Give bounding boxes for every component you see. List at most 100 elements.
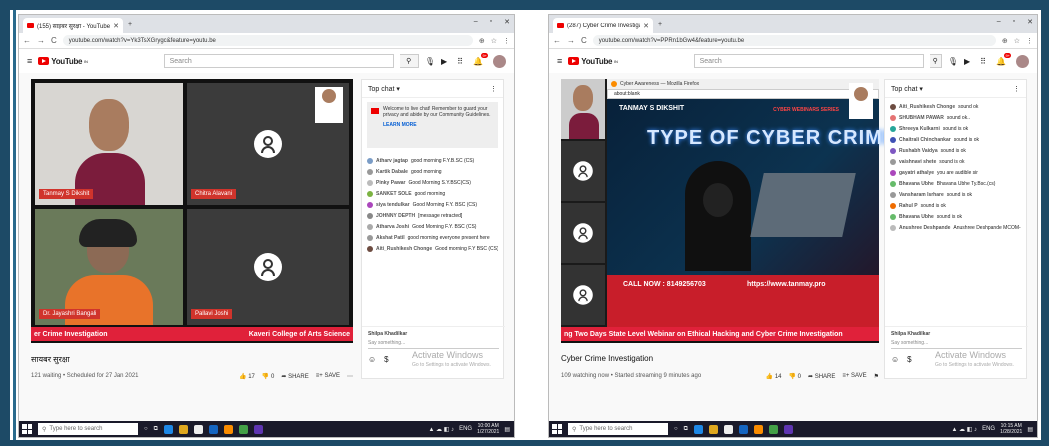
apps-icon[interactable]: ⠿ (980, 57, 986, 66)
browser-tab[interactable]: (287) Cyber Crime Investigat ✕ (553, 18, 653, 33)
url-field[interactable]: youtube.com/watch?v=Yk3TsXGrygc&feature=… (62, 35, 473, 46)
edge-icon[interactable] (163, 424, 173, 434)
minimize-icon[interactable]: – (474, 18, 478, 26)
taskbar-search[interactable]: ⚲ Type here to search (38, 423, 138, 435)
more-icon[interactable]: ⋯ (347, 373, 353, 380)
share-button[interactable]: ➦ SHARE (808, 373, 835, 380)
clock[interactable]: 10:00 AM 1/27/2021 (477, 423, 499, 435)
save-button[interactable]: ≡+ SAVE (316, 373, 340, 380)
extension-icon[interactable]: ⊕ (479, 37, 485, 45)
store-icon[interactable] (723, 424, 733, 434)
menu-icon[interactable]: ⋮ (1026, 37, 1033, 45)
chat-author: Shreeya Kulkarni (899, 125, 940, 132)
taskbar-search[interactable]: ⚲ Type here to search (568, 423, 668, 435)
emoji-icon[interactable]: ☺ (368, 355, 376, 364)
close-icon[interactable]: ✕ (113, 22, 119, 30)
firefox-icon[interactable] (753, 424, 763, 434)
search-input[interactable]: Search (693, 54, 924, 68)
microphone-icon[interactable]: 🎙 (948, 57, 958, 66)
close-icon[interactable]: ✕ (643, 22, 649, 30)
new-tab-icon[interactable]: + (128, 21, 132, 28)
task-view-icon[interactable]: ⧉ (684, 426, 688, 433)
search-input[interactable]: Search (163, 54, 394, 68)
dislike-button[interactable]: 👎 0 (789, 373, 801, 380)
app-icon[interactable] (253, 424, 263, 434)
firefox-icon[interactable] (223, 424, 233, 434)
chat-menu-icon[interactable]: ⋮ (490, 85, 497, 93)
chat-message: vaishnavi shete sound is ok (890, 156, 1021, 167)
maximize-icon[interactable]: ▫ (1013, 18, 1015, 26)
save-button[interactable]: ≡+ SAVE (842, 373, 866, 380)
hamburger-icon[interactable]: ≡ (557, 56, 562, 66)
notification-center-icon[interactable]: ▤ (1027, 426, 1033, 433)
reload-icon[interactable]: C (51, 36, 57, 45)
video-player[interactable]: Cyber Awareness — Mozilla Firefox about:… (561, 79, 896, 343)
close-window-icon[interactable]: ✕ (504, 18, 510, 26)
back-icon[interactable]: ← (553, 36, 561, 45)
file-explorer-icon[interactable] (178, 424, 188, 434)
dislike-button[interactable]: 👎 0 (262, 373, 274, 380)
apps-icon[interactable]: ⠿ (457, 57, 463, 66)
app-icon[interactable] (783, 424, 793, 434)
share-button[interactable]: ➦ SHARE (281, 373, 308, 380)
close-window-icon[interactable]: ✕ (1027, 18, 1033, 26)
hamburger-icon[interactable]: ≡ (27, 56, 32, 66)
tray-icons[interactable]: ▲ ☁ ◧ ♪ (428, 426, 454, 433)
forward-icon[interactable]: → (567, 36, 575, 45)
like-button[interactable]: 👍 14 (766, 373, 782, 380)
emoji-icon[interactable]: ☺ (891, 355, 899, 364)
star-icon[interactable]: ☆ (491, 37, 497, 45)
task-view-icon[interactable]: ⧉ (154, 426, 158, 433)
language-indicator[interactable]: ENG (982, 426, 995, 432)
notifications-icon[interactable]: 🔔 9+ (473, 52, 488, 66)
extension-icon[interactable]: ⊕ (1002, 37, 1008, 45)
youtube-logo[interactable]: YouTube IN (568, 57, 618, 66)
menu-icon[interactable]: ⋮ (503, 37, 510, 45)
chrome-icon[interactable] (238, 424, 248, 434)
browser-tab[interactable]: (155) साइबर सुरक्षा - YouTube ✕ (23, 18, 123, 33)
notifications-icon[interactable]: 🔔 9+ (996, 52, 1011, 66)
chrome-icon[interactable] (768, 424, 778, 434)
maximize-icon[interactable]: ▫ (490, 18, 492, 26)
super-chat-icon[interactable]: $ (907, 355, 911, 364)
cortana-icon[interactable]: ○ (144, 426, 148, 432)
mail-icon[interactable] (738, 424, 748, 434)
firefox-url[interactable]: about:blank (607, 89, 879, 99)
like-button[interactable]: 👍 17 (239, 373, 255, 380)
notification-center-icon[interactable]: ▤ (504, 426, 510, 433)
create-icon[interactable]: ▶ (441, 57, 447, 66)
forward-icon[interactable]: → (37, 36, 45, 45)
windows-start-icon[interactable] (22, 424, 32, 434)
cortana-icon[interactable]: ○ (674, 426, 678, 432)
clock[interactable]: 10:15 AM 1/28/2021 (1000, 423, 1022, 435)
mail-icon[interactable] (208, 424, 218, 434)
file-explorer-icon[interactable] (708, 424, 718, 434)
avatar[interactable] (493, 54, 506, 68)
learn-more-link[interactable]: LEARN MORE (383, 122, 494, 128)
reload-icon[interactable]: C (581, 36, 587, 45)
super-chat-icon[interactable]: $ (384, 355, 388, 364)
chat-input[interactable]: Say something... (368, 340, 499, 349)
chat-menu-icon[interactable]: ⋮ (1013, 85, 1020, 93)
microphone-icon[interactable]: 🎙 (425, 57, 435, 66)
video-player[interactable]: Tanmay S Dikshit Chitra Alavani Dr. Jaya… (31, 79, 353, 343)
minimize-icon[interactable]: – (997, 18, 1001, 26)
search-icon[interactable]: ⚲ (929, 54, 942, 68)
chat-filter-dropdown[interactable]: Top chat ▾ (891, 85, 923, 93)
search-icon[interactable]: ⚲ (399, 54, 419, 68)
flag-icon[interactable]: ⚑ (874, 373, 879, 380)
avatar[interactable] (1016, 54, 1029, 68)
language-indicator[interactable]: ENG (459, 426, 472, 432)
chat-filter-dropdown[interactable]: Top chat ▾ (368, 85, 400, 93)
store-icon[interactable] (193, 424, 203, 434)
chat-input[interactable]: Say something... (891, 340, 1022, 349)
url-field[interactable]: youtube.com/watch?v=PPRn1bGw4&feature=yo… (592, 35, 996, 46)
tray-icons[interactable]: ▲ ☁ ◧ ♪ (951, 426, 977, 433)
star-icon[interactable]: ☆ (1014, 37, 1020, 45)
edge-icon[interactable] (693, 424, 703, 434)
back-icon[interactable]: ← (23, 36, 31, 45)
windows-start-icon[interactable] (552, 424, 562, 434)
new-tab-icon[interactable]: + (658, 21, 662, 28)
youtube-logo[interactable]: YouTube IN (38, 57, 88, 66)
create-icon[interactable]: ▶ (964, 57, 970, 66)
